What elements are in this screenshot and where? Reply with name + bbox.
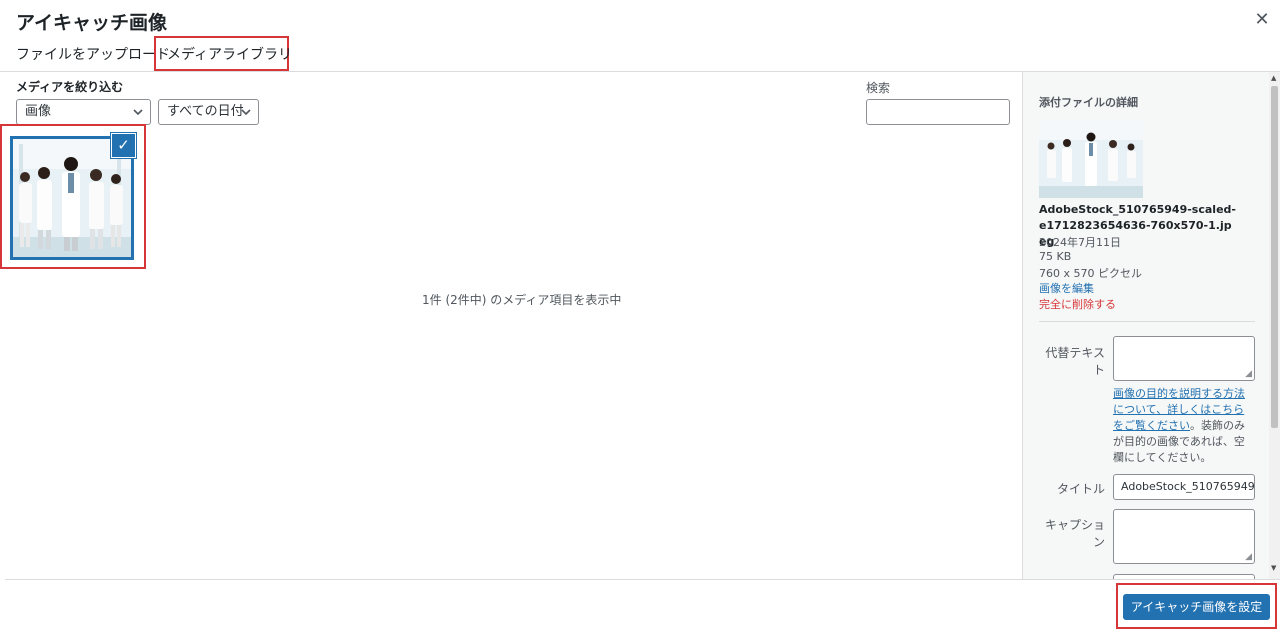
scroll-up-icon[interactable]: ▲ bbox=[1271, 74, 1276, 82]
search-label: 検索 bbox=[866, 81, 891, 95]
alt-text-field[interactable]: ◢ bbox=[1113, 336, 1255, 381]
edit-image-link[interactable]: 画像を編集 bbox=[1039, 280, 1094, 296]
media-type-select[interactable]: 画像 bbox=[16, 99, 151, 125]
chevron-down-icon bbox=[241, 100, 251, 134]
medical-staff-photo-preview bbox=[1039, 120, 1143, 198]
close-icon[interactable]: ✕ bbox=[1252, 10, 1272, 30]
modal-title: アイキャッチ画像 bbox=[16, 12, 168, 34]
attachment-details-heading: 添付ファイルの詳細 bbox=[1039, 96, 1138, 109]
caption-label: キャプション bbox=[1044, 518, 1105, 549]
media-date-select-value: すべての日付 bbox=[167, 104, 244, 119]
attachment-dimensions: 760 x 570 ピクセル bbox=[1039, 267, 1142, 280]
delete-permanently-link[interactable]: 完全に削除する bbox=[1039, 296, 1116, 312]
search-input[interactable] bbox=[866, 99, 1010, 125]
scrollbar-thumb[interactable] bbox=[1271, 86, 1278, 428]
featured-image-modal: アイキャッチ画像 ✕ ファイルをアップロード メディアライブラリ メディアを絞り… bbox=[0, 0, 1280, 629]
title-field[interactable]: AdobeStock_510765949-scaled-e17128236546… bbox=[1113, 474, 1255, 500]
scroll-down-icon[interactable]: ▼ bbox=[1271, 564, 1276, 572]
set-featured-image-button[interactable]: アイキャッチ画像を設定 bbox=[1123, 594, 1270, 620]
media-count-text: 1件 (2件中) のメディア項目を表示中 bbox=[422, 293, 622, 307]
selected-check-icon[interactable]: ✓ bbox=[111, 133, 136, 158]
alt-text-label: 代替テキスト bbox=[1045, 346, 1105, 377]
alt-text-help: 画像の目的を説明する方法について、詳しくはこちらをご覧ください。装飾のみが目的の… bbox=[1113, 386, 1255, 466]
attachment-details-sidebar: 添付ファイルの詳細 AdobeStock_510765949-scaled-e1… bbox=[1022, 72, 1280, 579]
media-date-select[interactable]: すべての日付 bbox=[158, 99, 259, 125]
attachment-file-size: 75 KB bbox=[1039, 250, 1072, 263]
tab-upload-files[interactable]: ファイルをアップロード bbox=[16, 40, 170, 70]
attachment-date: 2024年7月11日 bbox=[1039, 236, 1121, 249]
title-label: タイトル bbox=[1056, 482, 1105, 496]
footer-divider bbox=[5, 579, 1280, 580]
tab-media-library[interactable]: メディアライブラリ bbox=[154, 40, 292, 70]
filter-media-label: メディアを絞り込む bbox=[16, 80, 124, 94]
attachment-preview bbox=[1039, 120, 1143, 198]
resize-handle-icon[interactable]: ◢ bbox=[1245, 553, 1252, 562]
caption-field[interactable]: ◢ bbox=[1113, 509, 1255, 564]
details-divider bbox=[1039, 321, 1255, 322]
resize-handle-icon[interactable]: ◢ bbox=[1245, 370, 1252, 379]
media-type-select-value: 画像 bbox=[25, 104, 52, 119]
sidebar-scrollbar[interactable]: ▲ ▼ bbox=[1269, 72, 1280, 579]
